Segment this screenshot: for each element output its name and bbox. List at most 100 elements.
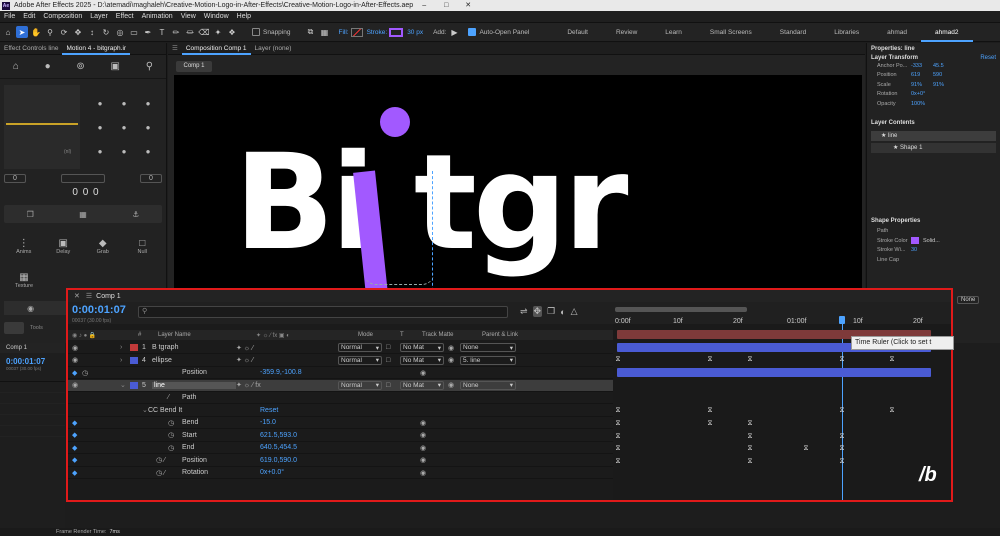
anchor-grid[interactable]: ● ● ● ● ● ● ● ● ● — [88, 91, 160, 163]
snap-grid-icon[interactable]: ▦ — [318, 26, 330, 38]
tab-layer[interactable]: Layer (none) — [251, 43, 296, 55]
property-row-start[interactable]: ◆ ◷ Start 621.5,593.0 ◉ — [68, 430, 613, 442]
secondary-layer-list[interactable] — [0, 381, 65, 441]
eraser-tool-icon[interactable]: ⌫ — [198, 26, 210, 38]
anchor-icon[interactable]: ⚓ — [132, 210, 139, 219]
rotation-value[interactable]: 0x+0° — [911, 91, 951, 97]
keyframe-icon[interactable]: ⧖ — [839, 458, 845, 465]
stopwatch-icon[interactable]: ◷ — [82, 431, 182, 439]
track-matte-dropdown[interactable]: No Mat ▾ — [400, 343, 444, 353]
graph-editor-icon[interactable]: △ — [571, 306, 578, 317]
menu-file[interactable]: File — [0, 11, 19, 23]
keyframe-icon[interactable]: ⧖ — [707, 407, 713, 414]
tool-button-1[interactable] — [4, 322, 24, 334]
opacity-value[interactable]: 100% — [911, 101, 933, 107]
timeline-tab[interactable]: Comp 1 — [96, 293, 121, 300]
mode-dropdown[interactable]: Normal ▾ — [338, 380, 382, 390]
layer-name[interactable]: line — [152, 381, 236, 389]
stopwatch-icon[interactable]: ◷ ⁄ — [82, 456, 182, 464]
keyframe-icon[interactable]: ⧖ — [803, 445, 809, 452]
motion-crop-icon[interactable]: ⊚ — [76, 61, 84, 72]
rectangle-tool-icon[interactable]: ▭ — [128, 26, 140, 38]
keyframe-icon[interactable]: ⧖ — [839, 445, 845, 452]
keyframe-icon[interactable]: ⧖ — [615, 407, 621, 414]
menu-window[interactable]: Window — [200, 11, 233, 23]
menu-help[interactable]: Help — [233, 11, 255, 23]
property-row-position[interactable]: ◆ ◷ Position -359.9,-100.8 ◉ — [68, 367, 613, 380]
tab-composition[interactable]: Composition Comp 1 — [181, 43, 251, 55]
expand-chevron-icon[interactable]: › — [120, 344, 130, 351]
workspace-ahmad2[interactable]: ahmad2 — [921, 23, 973, 42]
effect-row-cc-bend-it[interactable]: ⌄ CC Bend It Reset — [68, 405, 613, 417]
selection-tool-icon[interactable]: ➤ — [16, 26, 28, 38]
motion-curve-area[interactable]: (nl) — [4, 85, 80, 169]
none-dropdown[interactable]: None — [957, 296, 980, 304]
dolly-tool-icon[interactable]: ↕ — [86, 26, 98, 38]
delay-button[interactable]: ▣ Delay — [44, 231, 84, 261]
effect-reset-link[interactable]: Reset — [260, 407, 278, 414]
keyframe-nav-icon[interactable]: ◆ — [68, 456, 82, 464]
keyframe-icon[interactable]: ⧖ — [615, 356, 621, 363]
keyframe-icon[interactable]: ⧖ — [615, 445, 621, 452]
anchor-dot-icon[interactable]: ● — [122, 123, 127, 132]
draft-3d-icon[interactable]: ✥ — [532, 306, 543, 317]
layer-switches-icon[interactable]: ✦ ☼ ⁄ — [236, 356, 338, 364]
anchor-dot-icon[interactable]: ● — [122, 147, 127, 156]
motion-home-icon[interactable]: ⌂ — [13, 61, 19, 72]
layer-switches-icon[interactable]: ✦ ☼ ⁄ fx — [236, 381, 338, 389]
keyframe-icon[interactable]: ⧖ — [747, 458, 753, 465]
motion-layers-icon[interactable]: ▣ — [111, 61, 120, 72]
visibility-icon[interactable]: ◉ — [68, 356, 120, 364]
frame-blending-icon[interactable]: ◐ — [560, 307, 565, 317]
workspace-ahmad[interactable]: ahmad — [873, 23, 921, 42]
keyframe-icon[interactable]: ⧖ — [615, 420, 621, 427]
keyframe-icon[interactable]: ⧖ — [747, 445, 753, 452]
track-matte-dropdown[interactable]: No Mat ▾ — [400, 355, 444, 365]
brush-tool-icon[interactable]: ✏ — [170, 26, 182, 38]
tab-motion[interactable]: Motion 4 - bitgraph.ir — [62, 43, 131, 55]
anchor-dot-icon[interactable]: ● — [146, 99, 151, 108]
label-color-swatch[interactable] — [130, 381, 138, 389]
contents-item-line[interactable]: ★ line — [871, 130, 996, 141]
close-icon[interactable]: ✕ — [457, 0, 479, 11]
property-value[interactable]: 619.0,590.0 — [260, 457, 420, 464]
column-mode[interactable]: Mode — [358, 332, 400, 338]
stopwatch-icon[interactable]: ◷ — [82, 369, 182, 377]
zoom-tool-icon[interactable]: ⚲ — [44, 26, 56, 38]
parent-dropdown[interactable]: None ▾ — [460, 343, 516, 353]
property-row-rotation[interactable]: ◆ ◷ ⁄ Rotation 0x+0.0° ◉ — [68, 467, 613, 480]
keyframe-icon[interactable]: ⧖ — [889, 407, 895, 414]
parent-dropdown[interactable]: None ▾ — [460, 380, 516, 390]
label-color-swatch[interactable] — [130, 344, 138, 352]
keyframe-nav-icon[interactable]: ◆ — [68, 419, 82, 427]
playhead-handle[interactable] — [839, 316, 845, 324]
keyframe-icon[interactable]: ⧖ — [615, 458, 621, 465]
motion-search-icon[interactable]: ⚲ — [146, 61, 153, 72]
stroke-color-swatch[interactable] — [911, 237, 919, 245]
position-y-value[interactable]: 590 — [933, 72, 955, 78]
anchor-dot-icon[interactable]: ● — [146, 123, 151, 132]
preserve-transparency-icon[interactable]: □ — [386, 382, 400, 389]
copy-icon[interactable]: ❐ — [27, 210, 34, 219]
mode-dropdown[interactable]: Normal ▾ — [338, 355, 382, 365]
transform-reset-link[interactable]: Reset — [980, 55, 996, 61]
keyframe-icon[interactable]: ⧖ — [839, 407, 845, 414]
composition-mini-flowchart-icon[interactable]: ⇌ — [520, 306, 528, 317]
workspace-learn[interactable]: Learn — [651, 23, 696, 42]
stroke-swatch[interactable] — [389, 27, 404, 37]
keyframe-nav-icon[interactable]: ◆ — [68, 469, 82, 477]
keyframe-icon[interactable]: ⧖ — [839, 356, 845, 363]
workspace-default[interactable]: Default — [553, 23, 602, 42]
visibility-icon[interactable]: ◉ — [68, 344, 120, 352]
secondary-tab[interactable]: Comp 1 — [0, 343, 65, 353]
expression-icon[interactable]: ◉ — [420, 369, 426, 377]
expression-icon[interactable]: ◉ — [420, 444, 426, 452]
visibility-icon[interactable]: ◉ — [68, 381, 120, 389]
roto-brush-icon[interactable]: ✦ — [212, 26, 224, 38]
expand-chevron-icon[interactable]: › — [120, 357, 130, 364]
type-tool-icon[interactable]: T — [156, 26, 168, 38]
column-parent[interactable]: Parent & Link — [482, 332, 518, 338]
hand-tool-icon[interactable]: ✋ — [30, 26, 42, 38]
layer-row-ellipse[interactable]: ◉ › 4 ellipse ✦ ☼ ⁄ Normal ▾ □ No Mat ▾ ◉ … — [68, 355, 613, 367]
anchor-dot-icon[interactable]: ● — [146, 147, 151, 156]
